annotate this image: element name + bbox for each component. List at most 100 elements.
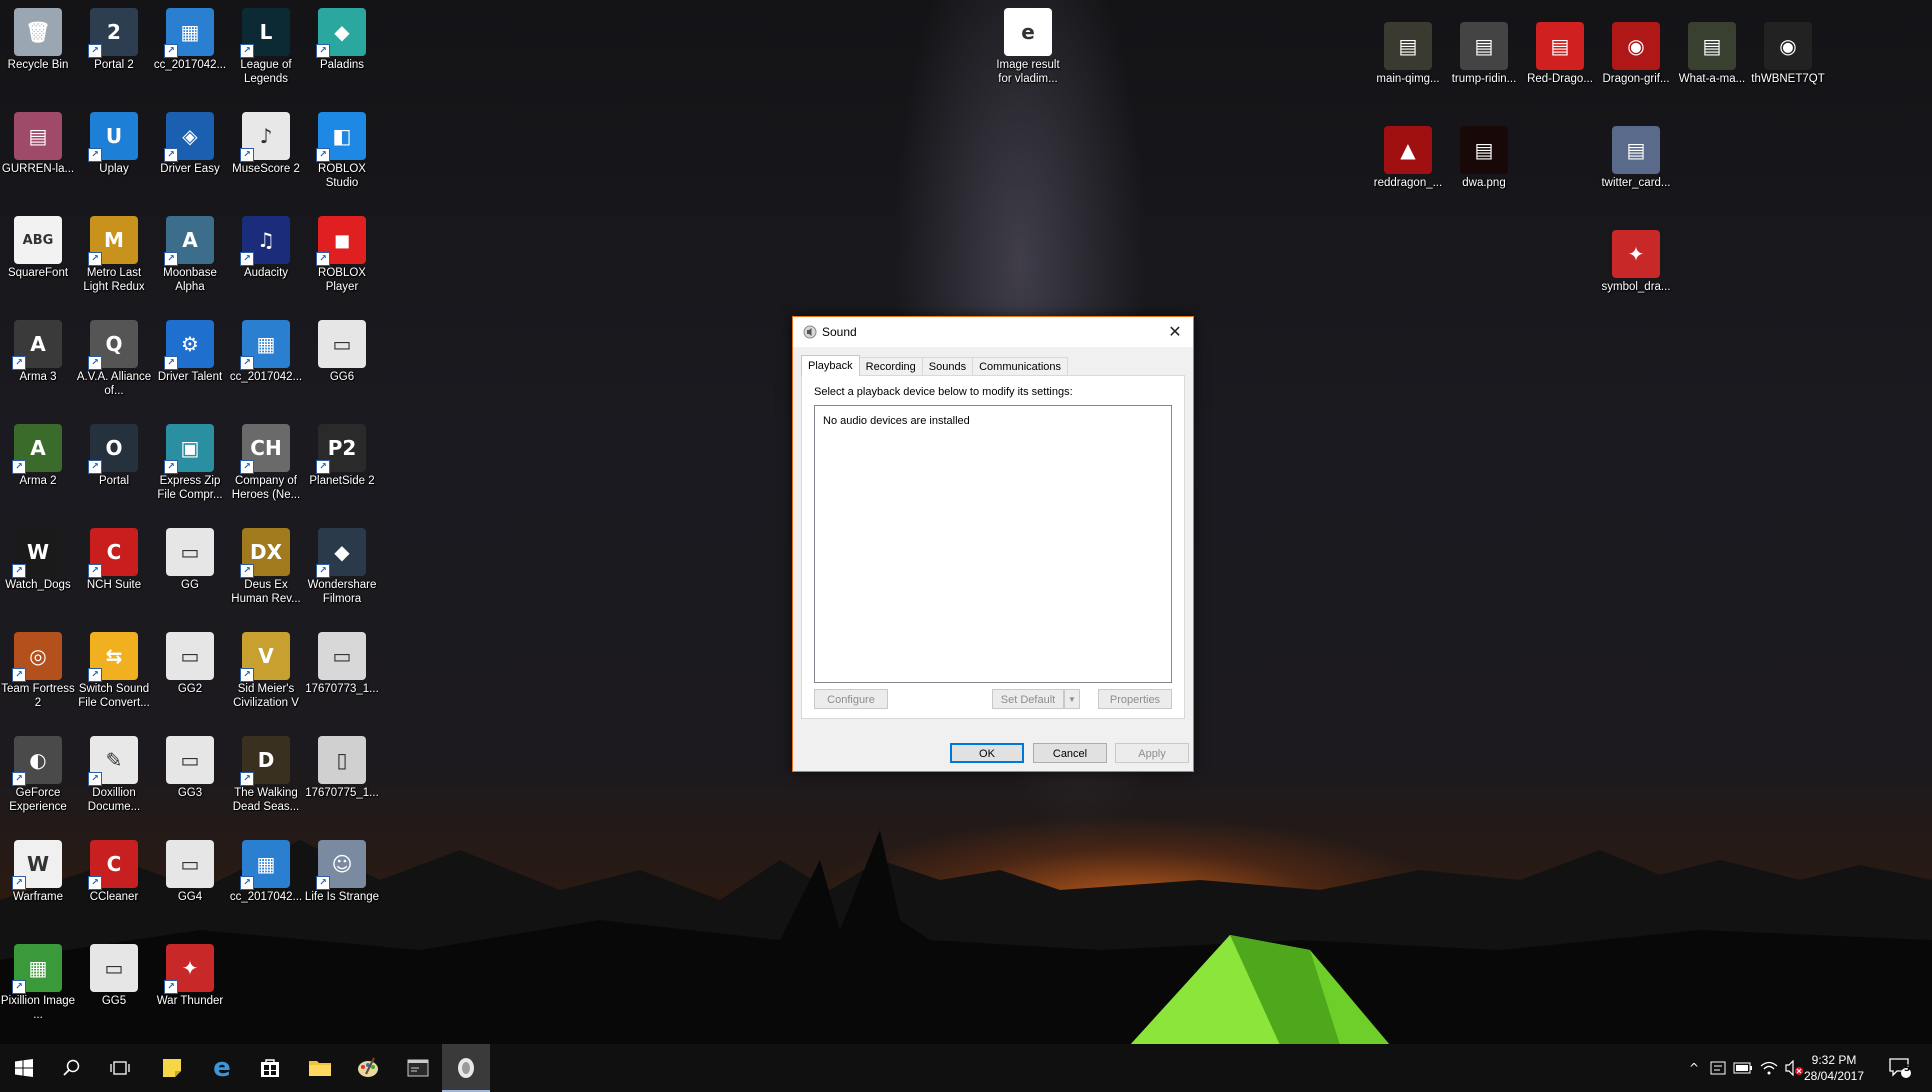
desktop-icon[interactable]: ◆ ↗ Paladins (304, 2, 380, 72)
taskbar-store[interactable] (246, 1044, 294, 1092)
cancel-button[interactable]: Cancel (1033, 743, 1107, 763)
desktop-icon[interactable]: ⚙ ↗ Driver Talent (152, 314, 228, 384)
apply-button[interactable]: Apply (1115, 743, 1189, 763)
tab-recording[interactable]: Recording (858, 357, 923, 376)
desktop-icon[interactable]: ▣ ↗ Express Zip File Compr... (152, 418, 228, 502)
desktop-icon[interactable]: ▭ 17670773_1... (304, 626, 380, 696)
desktop-icon-label: 17670775_1... (305, 787, 379, 799)
desktop-icon-label: NCH Suite (86, 579, 142, 591)
desktop-icon[interactable]: ♪ ↗ MuseScore 2 (228, 106, 304, 176)
desktop-icon[interactable]: ✦ symbol_dra... (1598, 224, 1674, 294)
desktop-icon[interactable]: ▤ dwa.png (1446, 120, 1522, 190)
properties-button[interactable]: Properties (1098, 689, 1172, 709)
network-status[interactable] (1756, 1044, 1782, 1092)
shortcut-arrow-icon: ↗ (164, 148, 178, 162)
desktop-icon[interactable]: ▭ GG6 (304, 314, 380, 384)
desktop-icon[interactable]: ▤ What-a-ma... (1674, 16, 1750, 86)
desktop-icon[interactable]: ▭ GG5 (76, 938, 152, 1008)
dialog-titlebar[interactable]: Sound ✕ (793, 317, 1193, 347)
ok-button[interactable]: OK (950, 743, 1024, 763)
desktop-icon[interactable]: ▤ GURREN-la... (0, 106, 76, 176)
desktop-icon[interactable]: DX ↗ Deus Ex Human Rev... (228, 522, 304, 606)
desktop-icon[interactable]: ✦ ↗ War Thunder (152, 938, 228, 1008)
desktop-icon[interactable]: Q ↗ A.V.A. Alliance of... (76, 314, 152, 398)
deusex-icon: DX ↗ (240, 528, 290, 578)
desktop-icon[interactable]: ▦ ↗ cc_2017042... (228, 834, 304, 904)
search-button[interactable] (48, 1044, 96, 1092)
shortcut-arrow-icon: ↗ (88, 252, 102, 266)
desktop-icon[interactable]: ♫ ↗ Audacity (228, 210, 304, 280)
set-default-dropdown[interactable]: ▼ (1064, 689, 1080, 709)
desktop-icon[interactable]: ▲ reddragon_... (1370, 120, 1446, 190)
desktop-icon[interactable]: 2 ↗ Portal 2 (76, 2, 152, 72)
taskbar-paint[interactable] (344, 1044, 392, 1092)
desktop-icon[interactable]: ◎ ↗ Team Fortress 2 (0, 626, 76, 710)
desktop-icon[interactable]: L ↗ League of Legends (228, 2, 304, 86)
task-view-button[interactable] (96, 1044, 144, 1092)
desktop-icon[interactable]: ▭ GG4 (152, 834, 228, 904)
desktop-icon[interactable]: ▤ trump-ridin... (1446, 16, 1522, 86)
desktop-icon[interactable]: C ↗ NCH Suite (76, 522, 152, 592)
desktop-icon[interactable]: ◉ thWBNET7QT (1750, 16, 1826, 86)
taskbar-sound[interactable] (442, 1044, 490, 1092)
device-list[interactable]: No audio devices are installed (814, 405, 1172, 683)
desktop-icon[interactable]: ▭ GG (152, 522, 228, 592)
desktop-icon[interactable]: ▯ 17670775_1... (304, 730, 380, 800)
taskbar-edge[interactable]: e (198, 1044, 246, 1092)
desktop-icon[interactable]: ◼ ↗ ROBLOX Player (304, 210, 380, 294)
desktop-icon[interactable]: ▤ twitter_card... (1598, 120, 1674, 190)
desktop-icon[interactable]: ◆ ↗ Wondershare Filmora (304, 522, 380, 606)
store-icon (261, 1059, 279, 1077)
desktop-icon[interactable]: A ↗ Arma 3 (0, 314, 76, 384)
desktop-icon[interactable]: ◧ ↗ ROBLOX Studio (304, 106, 380, 190)
desktop-icon[interactable]: U ↗ Uplay (76, 106, 152, 176)
desktop-icon[interactable]: ▦ ↗ Pixillion Image ... (0, 938, 76, 1022)
taskbar-file-explorer[interactable] (296, 1044, 344, 1092)
desktop-icon[interactable]: ▤ Red-Drago... (1522, 16, 1598, 86)
start-button[interactable] (0, 1044, 48, 1092)
desktop-icon[interactable]: M ↗ Metro Last Light Redux (76, 210, 152, 294)
desktop-icon[interactable]: ⇆ ↗ Switch Sound File Convert... (76, 626, 152, 710)
tab-playback[interactable]: Playback (801, 355, 860, 376)
desktop-icon[interactable]: W ↗ Watch_Dogs (0, 522, 76, 592)
desktop-icon[interactable]: ◐ ↗ GeForce Experience (0, 730, 76, 814)
desktop-icon[interactable]: ABG SquareFont (0, 210, 76, 280)
show-hidden-icons-button[interactable]: ^ (1682, 1044, 1706, 1092)
desktop-icon[interactable]: A ↗ Moonbase Alpha (152, 210, 228, 294)
tab-sounds[interactable]: Sounds (921, 357, 974, 376)
desktop-icon[interactable]: ◈ ↗ Driver Easy (152, 106, 228, 176)
configure-button[interactable]: Configure (814, 689, 888, 709)
shortcut-arrow-icon: ↗ (316, 460, 330, 474)
tray-app[interactable] (1706, 1044, 1730, 1092)
desktop-icon[interactable]: ◉ Dragon-grif... (1598, 16, 1674, 86)
desktop-icon[interactable]: CH ↗ Company of Heroes (Ne... (228, 418, 304, 502)
desktop-icon[interactable]: 🗑 Recycle Bin (0, 2, 76, 72)
desktop-icon[interactable]: ▦ ↗ cc_2017042... (228, 314, 304, 384)
filmora-icon: ◆ ↗ (316, 528, 366, 578)
desktop-icon[interactable]: P2 ↗ PlanetSide 2 (304, 418, 380, 488)
desktop-icon[interactable]: V ↗ Sid Meier's Civilization V (228, 626, 304, 710)
set-default-button[interactable]: Set Default (992, 689, 1064, 709)
desktop-icon[interactable]: O ↗ Portal (76, 418, 152, 488)
taskbar-media[interactable] (394, 1044, 442, 1092)
desktop-icon[interactable]: D ↗ The Walking Dead Seas... (228, 730, 304, 814)
desktop-icon[interactable]: ▦ ↗ cc_2017042... (152, 2, 228, 72)
desktop-icon[interactable]: A ↗ Arma 2 (0, 418, 76, 488)
desktop-icon[interactable]: ▭ GG2 (152, 626, 228, 696)
desktop-icon[interactable]: ▤ main-qimg... (1370, 16, 1446, 86)
desktop-icon[interactable]: ☺ ↗ Life Is Strange (304, 834, 380, 904)
desktop-icon[interactable]: W ↗ Warframe (0, 834, 76, 904)
clock[interactable]: 9:32 PM 28/04/2017 (1796, 1052, 1872, 1084)
taskbar-sticky-notes[interactable] (148, 1044, 196, 1092)
desktop-icon[interactable]: ✎ ↗ Doxillion Docume... (76, 730, 152, 814)
action-center-button[interactable]: 5 (1876, 1044, 1924, 1092)
shortcut-arrow-icon: ↗ (12, 980, 26, 994)
battery-status[interactable] (1730, 1044, 1756, 1092)
image-file-icon: ▭ (166, 736, 214, 784)
desktop-icon[interactable]: e Image result for vladim... (990, 2, 1066, 86)
desktop-icon[interactable]: C ↗ CCleaner (76, 834, 152, 904)
desktop-icon[interactable]: ▭ GG3 (152, 730, 228, 800)
close-button[interactable]: ✕ (1157, 317, 1193, 347)
desktop-icon-label: Driver Easy (160, 163, 220, 175)
tab-communications[interactable]: Communications (972, 357, 1069, 376)
